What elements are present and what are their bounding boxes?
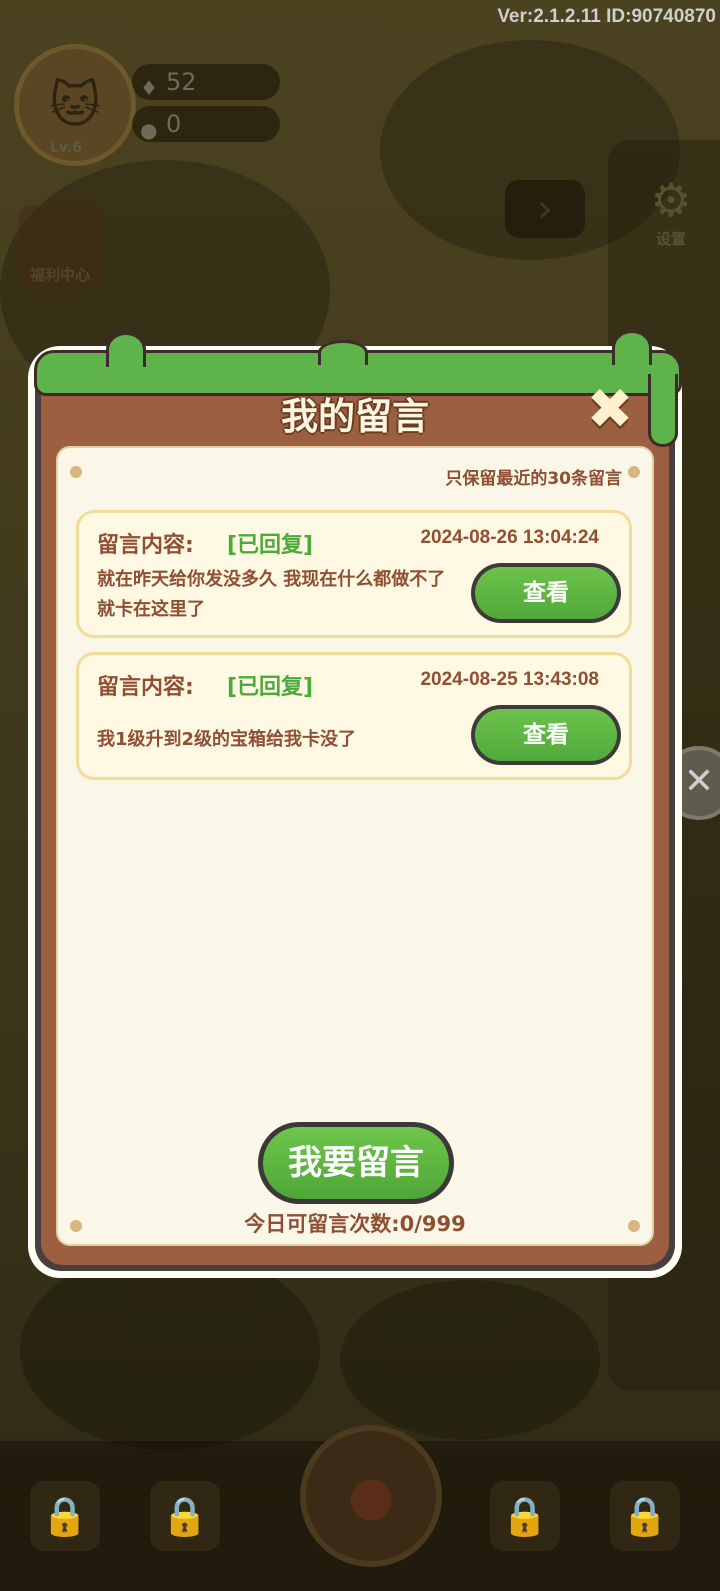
retention-note: 只保留最近的30条留言 <box>445 469 622 489</box>
message-time: 2024-08-26 13:04:24 <box>420 527 599 548</box>
message-status: [已回复] <box>227 533 314 558</box>
welfare-center-button[interactable]: 福利中心 <box>18 205 102 289</box>
player-level: Lv.6 <box>50 140 82 156</box>
message-card: 留言内容: [已回复] 2024-08-26 13:04:24 就在昨天给你发没… <box>76 510 632 638</box>
message-time: 2024-08-25 13:43:08 <box>420 669 599 690</box>
gem-icon: ♦ <box>140 76 158 100</box>
message-label: 留言内容: <box>97 533 194 558</box>
lock-icon[interactable]: 🔒 <box>150 1481 220 1551</box>
lock-icon[interactable]: 🔒 <box>30 1481 100 1551</box>
leave-message-button[interactable]: 我要留言 <box>258 1122 454 1204</box>
message-status: [已回复] <box>227 675 314 700</box>
view-button-label: 查看 <box>475 709 617 761</box>
welfare-center-label: 福利中心 <box>29 266 90 284</box>
version-id-text: Ver:2.1.2.11 ID:90740870 <box>497 6 716 27</box>
my-messages-dialog: 我的留言 ✖ 只保留最近的30条留言 留言内容: [已回复] 2024-08-2… <box>28 330 682 1278</box>
bottom-toolbar: 🔒 🔒 ● 🔒 🔒 <box>0 1425 720 1591</box>
gem-count: 52 <box>166 68 197 96</box>
message-card: 留言内容: [已回复] 2024-08-25 13:43:08 我1级升到2级的… <box>76 652 632 780</box>
view-button[interactable]: 查看 <box>471 563 621 623</box>
lock-icon[interactable]: 🔒 <box>490 1481 560 1551</box>
arrow-right-icon[interactable]: › <box>505 180 585 238</box>
coin-count: 0 <box>166 110 182 138</box>
lock-icon[interactable]: 🔒 <box>610 1481 680 1551</box>
gem-counter: ♦ 52 <box>132 64 280 100</box>
message-text: 我1级升到2级的宝箱给我卡没了 <box>97 729 357 750</box>
coin-counter: ● 0 <box>132 106 280 142</box>
settings-label: 设置 <box>655 230 686 248</box>
acorn-icon[interactable]: ● <box>300 1425 442 1567</box>
close-icon[interactable]: ✖ <box>586 382 634 438</box>
cat-avatar-icon: 🐱 <box>48 76 102 134</box>
view-button[interactable]: 查看 <box>471 705 621 765</box>
view-button-label: 查看 <box>475 567 617 619</box>
daily-message-count: 今日可留言次数:0/999 <box>244 1212 466 1236</box>
message-text: 就在昨天给你发没多久 我现在什么都做不了 就卡在这里了 <box>97 569 446 620</box>
leave-message-label: 我要留言 <box>263 1127 449 1199</box>
settings-button[interactable]: ⚙ 设置 <box>640 172 702 254</box>
message-label: 留言内容: <box>97 675 194 700</box>
gear-icon: ⚙ <box>650 173 692 227</box>
dialog-title: 我的留言 <box>281 395 429 438</box>
coin-icon: ● <box>140 118 158 142</box>
